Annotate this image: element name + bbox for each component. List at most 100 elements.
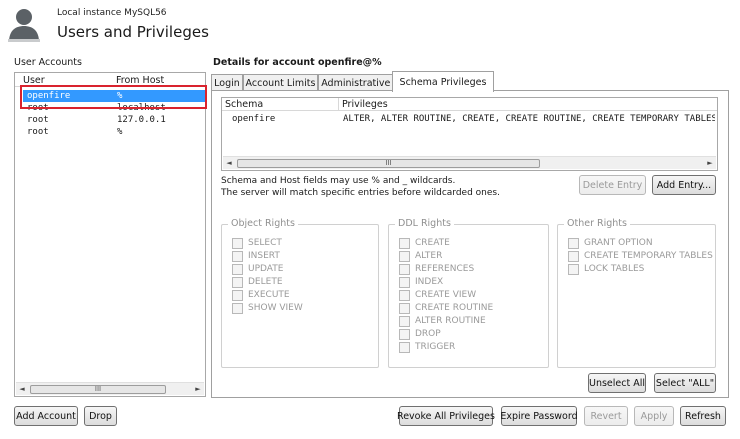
page-title: Users and Privileges (57, 23, 209, 41)
refresh-button[interactable]: Refresh (680, 406, 726, 426)
checkbox-label: CREATE ROUTINE (415, 303, 494, 313)
wildcard-note: Schema and Host fields may use % and _ w… (221, 175, 500, 199)
ddl-rights-group: DDL Rights CREATE ALTER REFERENCES INDEX… (388, 218, 549, 368)
checkbox-label: INDEX (415, 277, 444, 287)
checkbox-box[interactable] (399, 302, 410, 314)
checkbox-references[interactable]: REFERENCES (399, 263, 474, 275)
checkbox-box[interactable] (232, 289, 243, 301)
checkbox-label: DROP (415, 329, 441, 339)
checkbox-label: EXECUTE (248, 290, 290, 300)
tab-account-limits[interactable]: Account Limits (243, 74, 318, 91)
checkbox-label: ALTER ROUTINE (415, 316, 486, 326)
checkbox-insert[interactable]: INSERT (232, 250, 280, 262)
checkbox-box[interactable] (399, 315, 410, 327)
checkbox-label: REFERENCES (415, 264, 475, 274)
revoke-all-privileges-button[interactable]: Revoke All Privileges (397, 406, 495, 426)
wildcard-note-line-1: Schema and Host fields may use % and _ w… (221, 176, 456, 186)
checkbox-box[interactable] (232, 302, 243, 314)
checkbox-label: GRANT OPTION (584, 238, 653, 248)
checkbox-box[interactable] (232, 237, 243, 249)
expire-password-button[interactable]: Expire Password (500, 406, 578, 426)
wildcard-note-line-2: The server will match specific entries b… (221, 188, 500, 198)
checkbox-create-routine[interactable]: CREATE ROUTINE (399, 302, 493, 314)
checkbox-alter-routine[interactable]: ALTER ROUTINE (399, 315, 486, 327)
checkbox-box[interactable] (399, 289, 410, 301)
checkbox-box[interactable] (399, 276, 410, 288)
user-host: 127.0.0.1 (117, 115, 166, 125)
column-header-schema[interactable]: Schema (222, 98, 339, 111)
user-accounts-label: User Accounts (14, 57, 82, 68)
apply-button[interactable]: Apply (634, 406, 674, 426)
checkbox-box[interactable] (399, 237, 410, 249)
checkbox-label: SHOW VIEW (248, 303, 303, 313)
column-header-privileges[interactable]: Privileges (339, 98, 717, 111)
tab-login[interactable]: Login (211, 74, 243, 91)
checkbox-box[interactable] (568, 237, 579, 249)
add-account-button[interactable]: Add Account (14, 406, 78, 426)
user-avatar-icon (8, 9, 40, 42)
select-all-button[interactable]: Select "ALL" (654, 373, 716, 393)
checkbox-drop[interactable]: DROP (399, 328, 441, 340)
user-list-horizontal-scrollbar[interactable]: ◄ III ► (16, 382, 204, 395)
details-title: Details for account openfire@% (213, 57, 382, 68)
schema-privileges-panel: Schema Privileges openfire ALTER, ALTER … (211, 90, 729, 398)
other-rights-group: Other Rights GRANT OPTION CREATE TEMPORA… (557, 218, 716, 368)
user-name: root (27, 127, 49, 137)
checkbox-box[interactable] (232, 250, 243, 262)
checkbox-lock-tables[interactable]: LOCK TABLES (568, 263, 644, 275)
instance-label: Local instance MySQL56 (57, 8, 167, 18)
checkbox-index[interactable]: INDEX (399, 276, 443, 288)
ddl-rights-title: DDL Rights (395, 218, 454, 229)
checkbox-label: CREATE VIEW (415, 290, 477, 300)
user-host: % (117, 127, 123, 137)
checkbox-show-view[interactable]: SHOW VIEW (232, 302, 303, 314)
user-accounts-list[interactable]: User From Host openfire % root localhost… (14, 72, 206, 397)
scrollbar-thumb[interactable]: III (237, 159, 540, 168)
checkbox-box[interactable] (568, 263, 579, 275)
scroll-right-icon[interactable]: ► (704, 158, 716, 169)
schema-privileges-table[interactable]: Schema Privileges openfire ALTER, ALTER … (221, 97, 718, 171)
checkbox-label: TRIGGER (415, 342, 456, 352)
checkbox-label: CREATE TEMPORARY TABLES (584, 251, 713, 261)
revert-button[interactable]: Revert (584, 406, 628, 426)
checkbox-box[interactable] (399, 328, 410, 340)
checkbox-delete[interactable]: DELETE (232, 276, 283, 288)
checkbox-select[interactable]: SELECT (232, 237, 282, 249)
object-rights-group: Object Rights SELECT INSERT UPDATE DELET… (221, 218, 379, 368)
scrollbar-thumb[interactable]: III (30, 385, 166, 394)
checkbox-box[interactable] (399, 341, 410, 353)
object-rights-title: Object Rights (228, 218, 298, 229)
other-rights-title: Other Rights (564, 218, 630, 229)
checkbox-create[interactable]: CREATE (399, 237, 450, 249)
scroll-left-icon[interactable]: ◄ (16, 384, 28, 395)
checkbox-grant-option[interactable]: GRANT OPTION (568, 237, 653, 249)
checkbox-label: LOCK TABLES (584, 264, 645, 274)
add-entry-button[interactable]: Add Entry... (652, 175, 716, 195)
schema-table-horizontal-scrollbar[interactable]: ◄ III ► (223, 156, 716, 169)
checkbox-update[interactable]: UPDATE (232, 263, 283, 275)
checkbox-box[interactable] (232, 276, 243, 288)
checkbox-create-view[interactable]: CREATE VIEW (399, 289, 476, 301)
scroll-left-icon[interactable]: ◄ (223, 158, 235, 169)
checkbox-box[interactable] (399, 250, 410, 262)
checkbox-trigger[interactable]: TRIGGER (399, 341, 455, 353)
checkbox-box[interactable] (399, 263, 410, 275)
scroll-right-icon[interactable]: ► (192, 384, 204, 395)
delete-entry-button[interactable]: Delete Entry (579, 175, 646, 195)
user-row[interactable]: root % (23, 126, 206, 138)
checkbox-label: ALTER (415, 251, 443, 261)
checkbox-label: SELECT (248, 238, 282, 248)
user-row[interactable]: root 127.0.0.1 (23, 114, 206, 126)
checkbox-label: DELETE (248, 277, 283, 287)
checkbox-execute[interactable]: EXECUTE (232, 289, 290, 301)
schema-name: openfire (232, 114, 276, 124)
checkbox-alter[interactable]: ALTER (399, 250, 442, 262)
unselect-all-button[interactable]: Unselect All (588, 373, 646, 393)
tab-schema-privileges[interactable]: Schema Privileges (392, 71, 494, 92)
drop-button[interactable]: Drop (84, 406, 117, 426)
user-name: root (27, 115, 49, 125)
checkbox-box[interactable] (232, 263, 243, 275)
checkbox-create-temporary-tables[interactable]: CREATE TEMPORARY TABLES (568, 250, 713, 262)
schema-privileges-list: ALTER, ALTER ROUTINE, CREATE, CREATE ROU… (343, 114, 715, 124)
checkbox-box[interactable] (568, 250, 579, 262)
